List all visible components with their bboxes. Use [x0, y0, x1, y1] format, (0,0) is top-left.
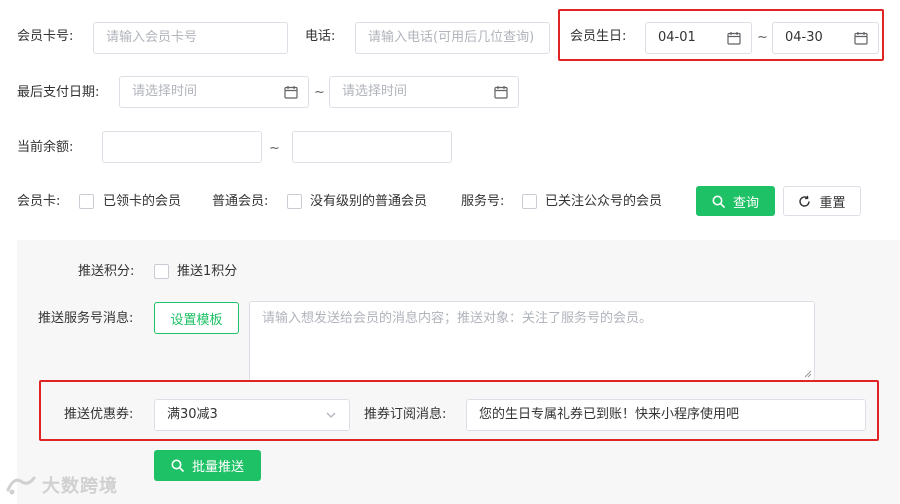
service-account-option: 已关注公众号的会员 — [545, 194, 663, 209]
service-msg-placeholder: 请输入想发送给会员的消息内容；推送对象：关注了服务号的会员。 — [262, 311, 653, 326]
balance-separator: ~ — [269, 141, 280, 156]
calendar-icon — [854, 32, 868, 45]
member-card-label: 会员卡: — [17, 194, 61, 209]
balance-min-input[interactable] — [102, 131, 262, 163]
last-pay-from-input[interactable]: 请选择时间 — [119, 76, 309, 108]
push-points-label: 推送积分: — [78, 264, 135, 279]
phone-input[interactable]: 请输入电话(可用后几位查询) — [355, 22, 550, 54]
batch-push-button[interactable]: 批量推送 — [154, 450, 261, 481]
regular-member-checkbox[interactable] — [287, 194, 302, 209]
birthday-label: 会员生日: — [570, 29, 627, 44]
push-coupon-label: 推送优惠券: — [64, 407, 134, 422]
push-points-checkbox[interactable] — [154, 264, 169, 279]
search-button-label: 查询 — [732, 195, 759, 211]
batch-push-button-label: 批量推送 — [191, 460, 244, 475]
search-button[interactable]: 查询 — [696, 186, 775, 216]
push-service-msg-label: 推送服务号消息: — [38, 311, 134, 326]
calendar-icon — [727, 32, 741, 45]
balance-max-input[interactable] — [292, 131, 452, 163]
phone-placeholder: 请输入电话(可用后几位查询) — [368, 30, 535, 45]
watermark-text: 大数跨境 — [42, 476, 118, 497]
subscribe-msg-input[interactable]: 您的生日专属礼券已到账！快来小程序使用吧 — [466, 399, 866, 431]
last-pay-to-input[interactable]: 请选择时间 — [329, 76, 519, 108]
balance-label: 当前余额: — [17, 140, 74, 155]
search-icon — [171, 459, 184, 472]
calendar-icon — [494, 86, 508, 99]
set-template-button-label: 设置模板 — [170, 312, 223, 328]
birthday-to-input[interactable]: 04-30 — [772, 22, 879, 54]
resize-handle-icon[interactable] — [804, 370, 812, 378]
card-no-input[interactable]: 请输入会员卡号 — [93, 22, 288, 54]
last-pay-from-placeholder: 请选择时间 — [132, 84, 198, 99]
coupon-select[interactable]: 满30减3 — [154, 399, 350, 431]
search-icon — [712, 195, 725, 208]
set-template-button[interactable]: 设置模板 — [154, 302, 239, 334]
reset-button-label: 重置 — [819, 195, 846, 211]
coupon-select-value: 满30减3 — [167, 407, 218, 422]
subscribe-msg-label: 推券订阅消息: — [364, 407, 447, 422]
member-card-option: 已领卡的会员 — [103, 194, 182, 209]
phone-label: 电话: — [305, 29, 336, 44]
member-card-checkbox[interactable] — [79, 194, 94, 209]
watermark-logo-icon — [6, 476, 36, 495]
service-account-checkbox[interactable] — [522, 194, 537, 209]
subscribe-msg-value: 您的生日专属礼券已到账！快来小程序使用吧 — [479, 407, 740, 422]
last-pay-separator: ~ — [314, 85, 325, 100]
card-no-label: 会员卡号: — [17, 29, 74, 44]
reset-button[interactable]: 重置 — [783, 186, 861, 216]
regular-member-label: 普通会员: — [212, 194, 269, 209]
card-no-placeholder: 请输入会员卡号 — [106, 30, 198, 45]
regular-member-option: 没有级别的普通会员 — [310, 194, 428, 209]
watermark: 大数跨境 — [6, 472, 118, 498]
birthday-from-value: 04-01 — [658, 30, 696, 45]
service-account-label: 服务号: — [461, 194, 505, 209]
last-pay-label: 最后支付日期: — [17, 85, 100, 100]
chevron-down-icon — [326, 412, 336, 418]
service-msg-textarea[interactable]: 请输入想发送给会员的消息内容；推送对象：关注了服务号的会员。 — [249, 301, 815, 381]
birthday-separator: ~ — [757, 30, 768, 45]
birthday-to-value: 04-30 — [785, 30, 823, 45]
birthday-from-input[interactable]: 04-01 — [645, 22, 752, 54]
refresh-icon — [799, 195, 811, 207]
calendar-icon — [284, 86, 298, 99]
push-points-option: 推送1积分 — [177, 264, 238, 279]
last-pay-to-placeholder: 请选择时间 — [342, 84, 408, 99]
